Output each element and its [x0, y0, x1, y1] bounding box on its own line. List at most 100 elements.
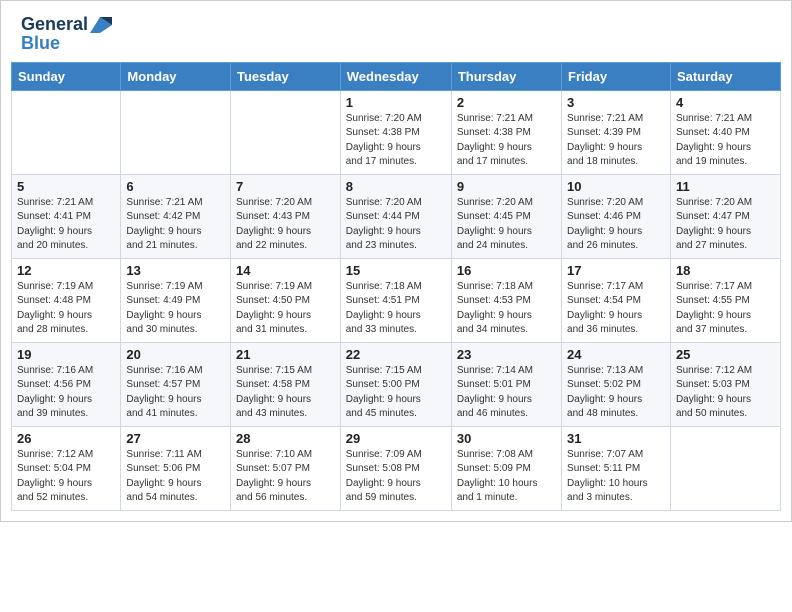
day-number: 23	[457, 347, 556, 362]
day-cell: 21 Sunrise: 7:15 AM Sunset: 4:58 PM Dayli…	[230, 342, 340, 426]
day-number: 14	[236, 263, 335, 278]
day-number: 11	[676, 179, 775, 194]
day-cell: 27 Sunrise: 7:11 AM Sunset: 5:06 PM Dayli…	[121, 426, 231, 510]
day-number: 7	[236, 179, 335, 194]
day-cell: 6 Sunrise: 7:21 AM Sunset: 4:42 PM Daylig…	[121, 174, 231, 258]
day-info: Sunrise: 7:14 AM Sunset: 5:01 PM Dayligh…	[457, 364, 556, 422]
day-cell: 15 Sunrise: 7:18 AM Sunset: 4:51 PM Dayli…	[340, 258, 451, 342]
day-cell: 13 Sunrise: 7:19 AM Sunset: 4:49 PM Dayli…	[121, 258, 231, 342]
weekday-header-friday: Friday	[562, 62, 671, 90]
day-cell: 25Sunrise: 7:12 AM Sunset: 5:03 PM Dayli…	[670, 342, 780, 426]
page: General Blue SundayMondayTuesdayWednesda…	[0, 0, 792, 522]
day-number: 18	[676, 263, 775, 278]
day-number: 10	[567, 179, 665, 194]
day-info: Sunrise: 7:21 AM Sunset: 4:38 PM Dayligh…	[457, 112, 556, 170]
day-info: Sunrise: 7:15 AM Sunset: 4:58 PM Dayligh…	[236, 364, 335, 422]
day-number: 16	[457, 263, 556, 278]
day-info: Sunrise: 7:19 AM Sunset: 4:48 PM Dayligh…	[17, 280, 115, 338]
calendar-wrapper: SundayMondayTuesdayWednesdayThursdayFrid…	[1, 62, 791, 521]
day-cell: 11 Sunrise: 7:20 AM Sunset: 4:47 PM Dayli…	[670, 174, 780, 258]
day-number: 9	[457, 179, 556, 194]
day-cell: 2 Sunrise: 7:21 AM Sunset: 4:38 PM Daylig…	[451, 90, 561, 174]
day-info: Sunrise: 7:18 AM Sunset: 4:53 PM Dayligh…	[457, 280, 556, 338]
day-cell	[230, 90, 340, 174]
day-cell: 24Sunrise: 7:13 AM Sunset: 5:02 PM Dayli…	[562, 342, 671, 426]
day-info: Sunrise: 7:21 AM Sunset: 4:41 PM Dayligh…	[17, 196, 115, 254]
logo: General Blue	[21, 15, 112, 54]
day-info: Sunrise: 7:17 AM Sunset: 4:55 PM Dayligh…	[676, 280, 775, 338]
day-cell: 8 Sunrise: 7:20 AM Sunset: 4:44 PM Daylig…	[340, 174, 451, 258]
week-row-1: 1 Sunrise: 7:20 AM Sunset: 4:38 PM Daylig…	[12, 90, 781, 174]
day-cell: 19 Sunrise: 7:16 AM Sunset: 4:56 PM Dayli…	[12, 342, 121, 426]
day-cell: 14 Sunrise: 7:19 AM Sunset: 4:50 PM Dayli…	[230, 258, 340, 342]
day-number: 5	[17, 179, 115, 194]
day-cell: 26 Sunrise: 7:12 AM Sunset: 5:04 PM Dayli…	[12, 426, 121, 510]
day-info: Sunrise: 7:10 AM Sunset: 5:07 PM Dayligh…	[236, 448, 335, 506]
day-number: 21	[236, 347, 335, 362]
day-number: 15	[346, 263, 446, 278]
day-number: 3	[567, 95, 665, 110]
day-info: Sunrise: 7:20 AM Sunset: 4:38 PM Dayligh…	[346, 112, 446, 170]
day-cell: 18 Sunrise: 7:17 AM Sunset: 4:55 PM Dayli…	[670, 258, 780, 342]
day-number: 4	[676, 95, 775, 110]
day-cell: 4 Sunrise: 7:21 AM Sunset: 4:40 PM Daylig…	[670, 90, 780, 174]
weekday-header-tuesday: Tuesday	[230, 62, 340, 90]
weekday-header-monday: Monday	[121, 62, 231, 90]
day-cell: 23 Sunrise: 7:14 AM Sunset: 5:01 PM Dayli…	[451, 342, 561, 426]
day-cell: 10Sunrise: 7:20 AM Sunset: 4:46 PM Dayli…	[562, 174, 671, 258]
day-cell	[12, 90, 121, 174]
weekday-header-wednesday: Wednesday	[340, 62, 451, 90]
day-cell: 31Sunrise: 7:07 AM Sunset: 5:11 PM Dayli…	[562, 426, 671, 510]
day-cell: 1 Sunrise: 7:20 AM Sunset: 4:38 PM Daylig…	[340, 90, 451, 174]
day-number: 1	[346, 95, 446, 110]
day-cell: 7Sunrise: 7:20 AM Sunset: 4:43 PM Daylig…	[230, 174, 340, 258]
day-info: Sunrise: 7:21 AM Sunset: 4:42 PM Dayligh…	[126, 196, 225, 254]
day-cell: 29 Sunrise: 7:09 AM Sunset: 5:08 PM Dayli…	[340, 426, 451, 510]
day-number: 12	[17, 263, 115, 278]
day-info: Sunrise: 7:09 AM Sunset: 5:08 PM Dayligh…	[346, 448, 446, 506]
day-number: 24	[567, 347, 665, 362]
day-info: Sunrise: 7:20 AM Sunset: 4:47 PM Dayligh…	[676, 196, 775, 254]
logo-general: General	[21, 14, 88, 34]
day-number: 6	[126, 179, 225, 194]
day-cell: 30Sunrise: 7:08 AM Sunset: 5:09 PM Dayli…	[451, 426, 561, 510]
logo-icon	[90, 17, 112, 33]
weekday-header-saturday: Saturday	[670, 62, 780, 90]
day-info: Sunrise: 7:19 AM Sunset: 4:49 PM Dayligh…	[126, 280, 225, 338]
day-info: Sunrise: 7:11 AM Sunset: 5:06 PM Dayligh…	[126, 448, 225, 506]
day-info: Sunrise: 7:12 AM Sunset: 5:04 PM Dayligh…	[17, 448, 115, 506]
weekday-header-row: SundayMondayTuesdayWednesdayThursdayFrid…	[12, 62, 781, 90]
day-cell: 3Sunrise: 7:21 AM Sunset: 4:39 PM Daylig…	[562, 90, 671, 174]
week-row-4: 19 Sunrise: 7:16 AM Sunset: 4:56 PM Dayli…	[12, 342, 781, 426]
day-number: 13	[126, 263, 225, 278]
day-info: Sunrise: 7:20 AM Sunset: 4:45 PM Dayligh…	[457, 196, 556, 254]
day-cell: 5 Sunrise: 7:21 AM Sunset: 4:41 PM Daylig…	[12, 174, 121, 258]
day-number: 27	[126, 431, 225, 446]
day-number: 29	[346, 431, 446, 446]
day-info: Sunrise: 7:20 AM Sunset: 4:44 PM Dayligh…	[346, 196, 446, 254]
weekday-header-sunday: Sunday	[12, 62, 121, 90]
day-number: 8	[346, 179, 446, 194]
day-info: Sunrise: 7:17 AM Sunset: 4:54 PM Dayligh…	[567, 280, 665, 338]
header: General Blue	[1, 1, 791, 62]
day-cell	[121, 90, 231, 174]
day-info: Sunrise: 7:19 AM Sunset: 4:50 PM Dayligh…	[236, 280, 335, 338]
day-number: 28	[236, 431, 335, 446]
day-info: Sunrise: 7:08 AM Sunset: 5:09 PM Dayligh…	[457, 448, 556, 506]
day-cell: 22Sunrise: 7:15 AM Sunset: 5:00 PM Dayli…	[340, 342, 451, 426]
day-cell: 16 Sunrise: 7:18 AM Sunset: 4:53 PM Dayli…	[451, 258, 561, 342]
day-number: 19	[17, 347, 115, 362]
day-number: 17	[567, 263, 665, 278]
day-number: 20	[126, 347, 225, 362]
day-info: Sunrise: 7:21 AM Sunset: 4:40 PM Dayligh…	[676, 112, 775, 170]
day-info: Sunrise: 7:18 AM Sunset: 4:51 PM Dayligh…	[346, 280, 446, 338]
calendar-table: SundayMondayTuesdayWednesdayThursdayFrid…	[11, 62, 781, 511]
day-info: Sunrise: 7:16 AM Sunset: 4:56 PM Dayligh…	[17, 364, 115, 422]
day-number: 26	[17, 431, 115, 446]
day-cell: 12 Sunrise: 7:19 AM Sunset: 4:48 PM Dayli…	[12, 258, 121, 342]
week-row-2: 5 Sunrise: 7:21 AM Sunset: 4:41 PM Daylig…	[12, 174, 781, 258]
day-info: Sunrise: 7:12 AM Sunset: 5:03 PM Dayligh…	[676, 364, 775, 422]
day-number: 2	[457, 95, 556, 110]
day-info: Sunrise: 7:15 AM Sunset: 5:00 PM Dayligh…	[346, 364, 446, 422]
day-info: Sunrise: 7:07 AM Sunset: 5:11 PM Dayligh…	[567, 448, 665, 506]
